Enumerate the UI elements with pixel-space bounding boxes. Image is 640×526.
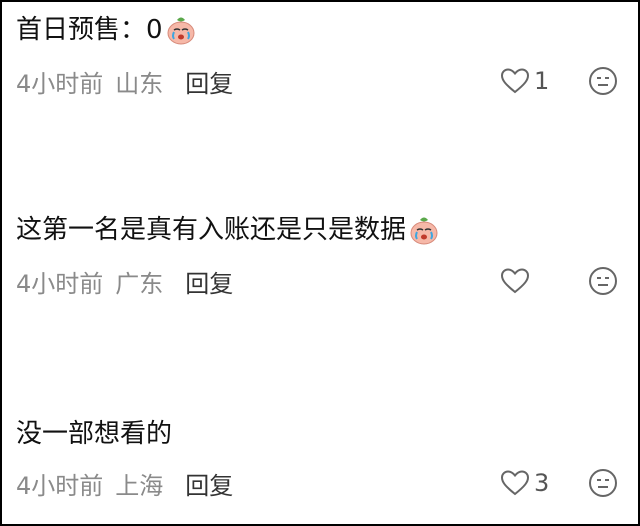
comment-location: 山东 bbox=[115, 69, 164, 98]
comment-time: 4小时前 bbox=[16, 269, 104, 298]
like-button[interactable] bbox=[500, 264, 534, 298]
like-button[interactable]: 3 bbox=[500, 466, 549, 500]
comment-time: 4小时前 bbox=[16, 69, 104, 98]
crying-face-sticker-icon bbox=[167, 17, 195, 45]
comment-location: 上海 bbox=[115, 471, 164, 500]
reply-button[interactable]: 回复 bbox=[185, 264, 233, 299]
comment-text-row: 这第一名是真有入账还是只是数据 bbox=[16, 214, 440, 246]
reply-button[interactable]: 回复 bbox=[185, 466, 233, 501]
like-count: 3 bbox=[534, 469, 550, 497]
heart-outline-icon bbox=[500, 268, 530, 294]
comment-list: 首日预售：0 4小时前 山东 回复 1 这第一名是真有入账还是只是数据 4小时前… bbox=[0, 0, 640, 526]
smiley-face-icon[interactable] bbox=[588, 66, 618, 96]
smiley-face-icon[interactable] bbox=[588, 266, 618, 296]
comment-text-row: 首日预售：0 bbox=[16, 14, 197, 46]
heart-outline-icon bbox=[500, 470, 530, 496]
crying-face-sticker-icon bbox=[410, 217, 438, 245]
reply-button[interactable]: 回复 bbox=[185, 64, 233, 99]
comment-text: 没一部想看的 bbox=[16, 419, 173, 449]
comment-location: 广东 bbox=[115, 269, 164, 298]
comment-meta: 4小时前 山东 回复 1 bbox=[16, 64, 628, 98]
comment-time: 4小时前 bbox=[16, 471, 104, 500]
comment-text-row: 没一部想看的 bbox=[16, 418, 172, 450]
comment-meta: 4小时前 上海 回复 3 bbox=[16, 466, 628, 500]
heart-outline-icon bbox=[500, 68, 530, 94]
comment-meta: 4小时前 广东 回复 bbox=[16, 264, 628, 298]
comment-text: 首日预售：0 bbox=[16, 15, 163, 45]
like-button[interactable]: 1 bbox=[500, 64, 549, 98]
smiley-face-icon[interactable] bbox=[588, 468, 618, 498]
like-count: 1 bbox=[534, 67, 550, 95]
comment-text: 这第一名是真有入账还是只是数据 bbox=[16, 215, 407, 245]
